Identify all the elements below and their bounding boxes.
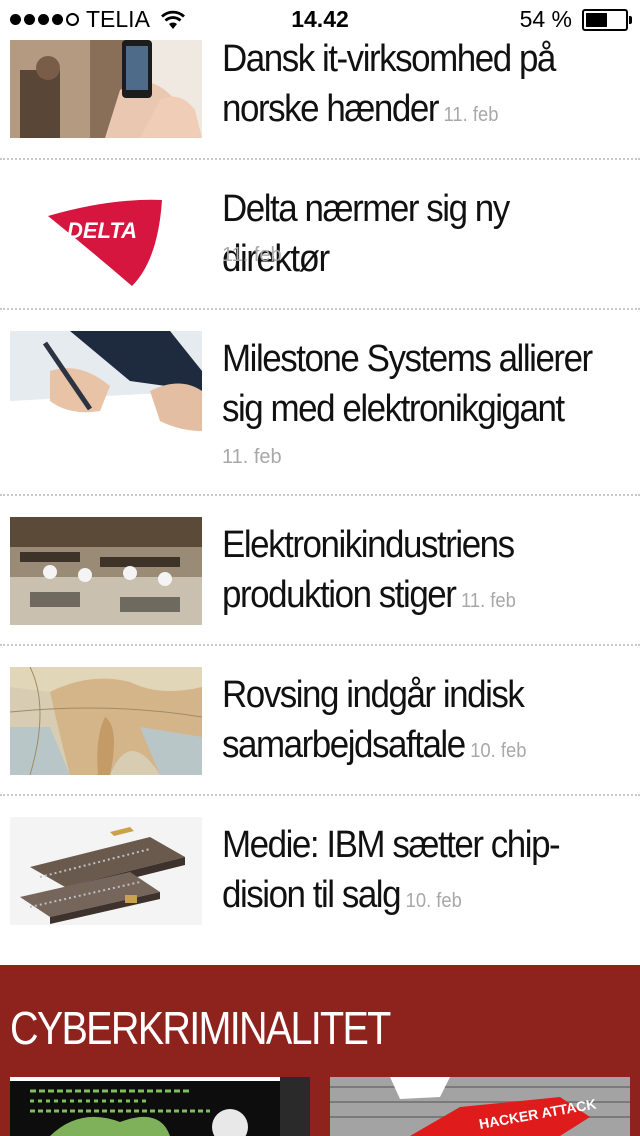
article-thumbnail[interactable]	[10, 517, 202, 625]
article-title: Dansk it-virksomhed på norske hænder	[222, 38, 556, 130]
section-title[interactable]: CYBERKRIMINALITET	[10, 1001, 391, 1055]
india-map-photo	[10, 667, 202, 775]
article-thumbnail[interactable]	[10, 30, 202, 138]
article-item[interactable]: Medie: IBM sætter chip-dision til salg 10…	[0, 796, 640, 965]
article-headline[interactable]: Milestone Systems allierer sig med elekt…	[222, 334, 599, 434]
battery-fill	[586, 12, 607, 27]
article-item[interactable]: Elektronikindustriens produktion stiger 1…	[0, 496, 640, 646]
article-title: Milestone Systems allierer sig med elekt…	[222, 338, 593, 430]
article-date: 10. feb	[470, 740, 527, 762]
battery-cap	[629, 15, 632, 24]
article-date: 11. feb	[443, 104, 499, 126]
delta-logo: DELTA	[10, 180, 202, 288]
article-date: 11. feb	[222, 244, 282, 266]
section-thumbnail[interactable]	[10, 1077, 310, 1136]
article-headline[interactable]: Delta nærmer sig ny direktør	[222, 184, 599, 284]
section-thumbnail[interactable]: HACKER ATTACK	[330, 1077, 630, 1136]
article-title: Medie: IBM sætter chip-dision til salg	[222, 824, 561, 916]
article-thumbnail[interactable]	[10, 331, 202, 439]
article-item[interactable]: Milestone Systems allierer sig med elekt…	[0, 310, 640, 496]
section-cyberkriminalitet[interactable]: CYBERKRIMINALITET HACKER ATTACK	[0, 965, 640, 1136]
terminal-photo	[10, 1077, 310, 1136]
hands-tablet-photo	[10, 30, 202, 138]
article-thumbnail[interactable]	[10, 817, 202, 925]
article-date: 11. feb	[222, 446, 282, 468]
article-item[interactable]: DELTA Delta nærmer sig ny direktør 11. f…	[0, 160, 640, 310]
article-item[interactable]: Rovsing indgår indisk samarbejdsaftale 10…	[0, 646, 640, 796]
battery-icon	[582, 8, 632, 31]
article-thumbnail[interactable]: DELTA	[10, 180, 202, 288]
hacker-attack-photo: HACKER ATTACK	[330, 1077, 630, 1136]
article-date: 11. feb	[460, 590, 516, 612]
factory-photo	[10, 517, 202, 625]
article-headline[interactable]: Medie: IBM sætter chip-dision til salg 10…	[222, 820, 599, 926]
article-headline[interactable]: Rovsing indgår indisk samarbejdsaftale 10…	[222, 670, 599, 776]
delta-logo-text: DELTA	[67, 218, 137, 243]
article-thumbnail[interactable]	[10, 667, 202, 775]
chips-photo	[10, 817, 202, 925]
article-date: 10. feb	[405, 890, 462, 912]
article-headline[interactable]: Elektronikindustriens produktion stiger 1…	[222, 520, 599, 626]
article-headline[interactable]: Dansk it-virksomhed på norske hænder 11. …	[222, 34, 599, 140]
status-bar: TELIA 14.42 54 %	[0, 0, 640, 40]
battery-percent: 54 %	[519, 6, 572, 32]
hand-writing-photo	[10, 331, 202, 439]
battery-status: 54 %	[519, 6, 632, 33]
